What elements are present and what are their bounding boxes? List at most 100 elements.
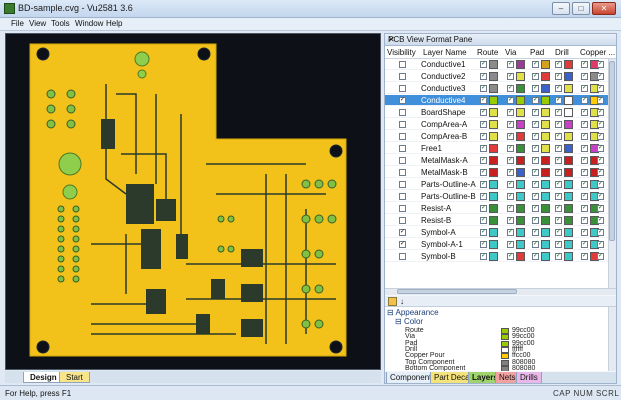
color-swatch[interactable] bbox=[489, 84, 498, 93]
layer-enable-checkbox[interactable]: ✓ bbox=[507, 97, 514, 104]
layer-enable-checkbox[interactable]: ✓ bbox=[532, 229, 539, 236]
visibility-checkbox[interactable]: ✓ bbox=[399, 97, 406, 104]
layer-enable-checkbox[interactable]: ✓ bbox=[555, 61, 562, 68]
layer-enable-checkbox[interactable]: ✓ bbox=[555, 133, 562, 140]
color-swatch[interactable] bbox=[564, 204, 573, 213]
layer-enable-checkbox[interactable]: ✓ bbox=[480, 61, 487, 68]
color-swatch[interactable] bbox=[516, 192, 525, 201]
layer-enable-checkbox[interactable]: ✓ bbox=[507, 217, 514, 224]
color-swatch[interactable] bbox=[516, 120, 525, 129]
layer-enable-checkbox[interactable]: ✓ bbox=[532, 253, 539, 260]
color-swatch[interactable] bbox=[564, 96, 573, 105]
color-swatch[interactable] bbox=[564, 72, 573, 81]
menu-file[interactable]: File bbox=[8, 19, 27, 28]
layer-enable-checkbox[interactable]: ✓ bbox=[555, 85, 562, 92]
color-swatch[interactable] bbox=[516, 180, 525, 189]
color-swatch[interactable] bbox=[516, 84, 525, 93]
pcb-canvas[interactable] bbox=[5, 33, 381, 370]
color-swatch[interactable] bbox=[489, 108, 498, 117]
layer-enable-checkbox[interactable]: ✓ bbox=[555, 145, 562, 152]
sort-icon[interactable]: ↓ bbox=[400, 297, 404, 306]
layer-enable-checkbox[interactable]: ✓ bbox=[532, 145, 539, 152]
layer-enable-checkbox[interactable]: ✓ bbox=[480, 157, 487, 164]
visibility-checkbox[interactable] bbox=[399, 73, 406, 80]
layer-enable-checkbox[interactable]: ✓ bbox=[581, 133, 588, 140]
visibility-checkbox[interactable] bbox=[399, 253, 406, 260]
color-swatch[interactable] bbox=[541, 168, 550, 177]
layer-enable-checkbox[interactable]: ✓ bbox=[581, 229, 588, 236]
layer-row[interactable]: Conductive1 ✓ ✓ ✓ ✓ ✓ ✓ bbox=[385, 59, 608, 70]
layer-enable-checkbox[interactable]: ✓ bbox=[507, 109, 514, 116]
color-swatch[interactable] bbox=[489, 156, 498, 165]
color-swatch[interactable] bbox=[564, 240, 573, 249]
color-swatch[interactable] bbox=[516, 108, 525, 117]
layer-enable-checkbox[interactable]: ✓ bbox=[532, 109, 539, 116]
layer-enable-checkbox[interactable]: ✓ bbox=[532, 205, 539, 212]
layer-enable-checkbox[interactable]: ✓ bbox=[507, 157, 514, 164]
color-swatch[interactable] bbox=[489, 228, 498, 237]
layer-enable-checkbox[interactable]: ✓ bbox=[597, 73, 604, 80]
color-swatch[interactable] bbox=[541, 216, 550, 225]
categorized-view-icon[interactable] bbox=[388, 297, 397, 306]
visibility-checkbox[interactable] bbox=[399, 157, 406, 164]
layer-enable-checkbox[interactable]: ✓ bbox=[532, 61, 539, 68]
visibility-checkbox[interactable]: ✓ bbox=[399, 229, 406, 236]
layer-enable-checkbox[interactable]: ✓ bbox=[581, 61, 588, 68]
layer-enable-checkbox[interactable]: ✓ bbox=[480, 169, 487, 176]
color-swatch[interactable] bbox=[489, 120, 498, 129]
layer-enable-checkbox[interactable]: ✓ bbox=[532, 133, 539, 140]
color-swatch[interactable] bbox=[564, 132, 573, 141]
color-swatch[interactable] bbox=[564, 144, 573, 153]
layer-enable-checkbox[interactable]: ✓ bbox=[480, 97, 487, 104]
layer-enable-checkbox[interactable]: ✓ bbox=[597, 133, 604, 140]
col-visibility[interactable]: Visibility bbox=[387, 48, 416, 57]
minimize-button[interactable]: – bbox=[552, 2, 570, 15]
layer-enable-checkbox[interactable]: ✓ bbox=[480, 193, 487, 200]
color-swatch[interactable] bbox=[516, 204, 525, 213]
color-swatch[interactable] bbox=[516, 60, 525, 69]
color-swatch[interactable] bbox=[516, 252, 525, 261]
layer-enable-checkbox[interactable]: ✓ bbox=[480, 121, 487, 128]
layer-enable-checkbox[interactable]: ✓ bbox=[532, 85, 539, 92]
color-swatch[interactable] bbox=[564, 108, 573, 117]
layer-row[interactable]: ✓ Symbol-A ✓ ✓ ✓ ✓ ✓ ✓ bbox=[385, 227, 608, 238]
layer-enable-checkbox[interactable]: ✓ bbox=[532, 97, 539, 104]
layer-enable-checkbox[interactable]: ✓ bbox=[480, 217, 487, 224]
layer-enable-checkbox[interactable]: ✓ bbox=[555, 157, 562, 164]
layer-row[interactable]: ✓ Conductive4 ✓ ✓ ✓ ✓ ✓ ✓ bbox=[385, 95, 608, 106]
layer-enable-checkbox[interactable]: ✓ bbox=[480, 145, 487, 152]
layer-enable-checkbox[interactable]: ✓ bbox=[480, 241, 487, 248]
layer-enable-checkbox[interactable]: ✓ bbox=[507, 181, 514, 188]
category-appearance[interactable]: ⊟ Appearance bbox=[387, 308, 439, 317]
layer-enable-checkbox[interactable]: ✓ bbox=[581, 217, 588, 224]
layer-enable-checkbox[interactable]: ✓ bbox=[480, 85, 487, 92]
layer-enable-checkbox[interactable]: ✓ bbox=[597, 169, 604, 176]
layer-enable-checkbox[interactable]: ✓ bbox=[555, 241, 562, 248]
layer-enable-checkbox[interactable]: ✓ bbox=[507, 169, 514, 176]
layer-enable-checkbox[interactable]: ✓ bbox=[597, 229, 604, 236]
col-route[interactable]: Route bbox=[477, 48, 498, 57]
menu-help[interactable]: Help bbox=[103, 19, 125, 28]
layer-row[interactable]: Symbol-B ✓ ✓ ✓ ✓ ✓ ✓ bbox=[385, 251, 608, 262]
layer-enable-checkbox[interactable]: ✓ bbox=[597, 193, 604, 200]
layer-enable-checkbox[interactable]: ✓ bbox=[507, 205, 514, 212]
layer-enable-checkbox[interactable]: ✓ bbox=[507, 253, 514, 260]
layer-row[interactable]: Resist-B ✓ ✓ ✓ ✓ ✓ ✓ bbox=[385, 215, 608, 226]
color-swatch[interactable] bbox=[541, 240, 550, 249]
layer-enable-checkbox[interactable]: ✓ bbox=[581, 169, 588, 176]
color-swatch[interactable] bbox=[564, 156, 573, 165]
tab-start[interactable]: Start bbox=[59, 372, 90, 383]
layer-enable-checkbox[interactable]: ✓ bbox=[581, 253, 588, 260]
layer-enable-checkbox[interactable]: ✓ bbox=[581, 181, 588, 188]
color-swatch[interactable] bbox=[489, 144, 498, 153]
layer-enable-checkbox[interactable]: ✓ bbox=[555, 109, 562, 116]
col-copper[interactable]: Copper ... bbox=[580, 48, 615, 57]
color-swatch[interactable] bbox=[541, 120, 550, 129]
tab-design[interactable]: Design bbox=[23, 372, 64, 383]
layer-enable-checkbox[interactable]: ✓ bbox=[532, 181, 539, 188]
layer-row[interactable]: MetalMask-A ✓ ✓ ✓ ✓ ✓ ✓ bbox=[385, 155, 608, 166]
color-swatch[interactable] bbox=[516, 144, 525, 153]
color-swatch[interactable] bbox=[489, 132, 498, 141]
property-row[interactable]: Bottom Component 808080 bbox=[385, 365, 608, 371]
visibility-checkbox[interactable] bbox=[399, 145, 406, 152]
